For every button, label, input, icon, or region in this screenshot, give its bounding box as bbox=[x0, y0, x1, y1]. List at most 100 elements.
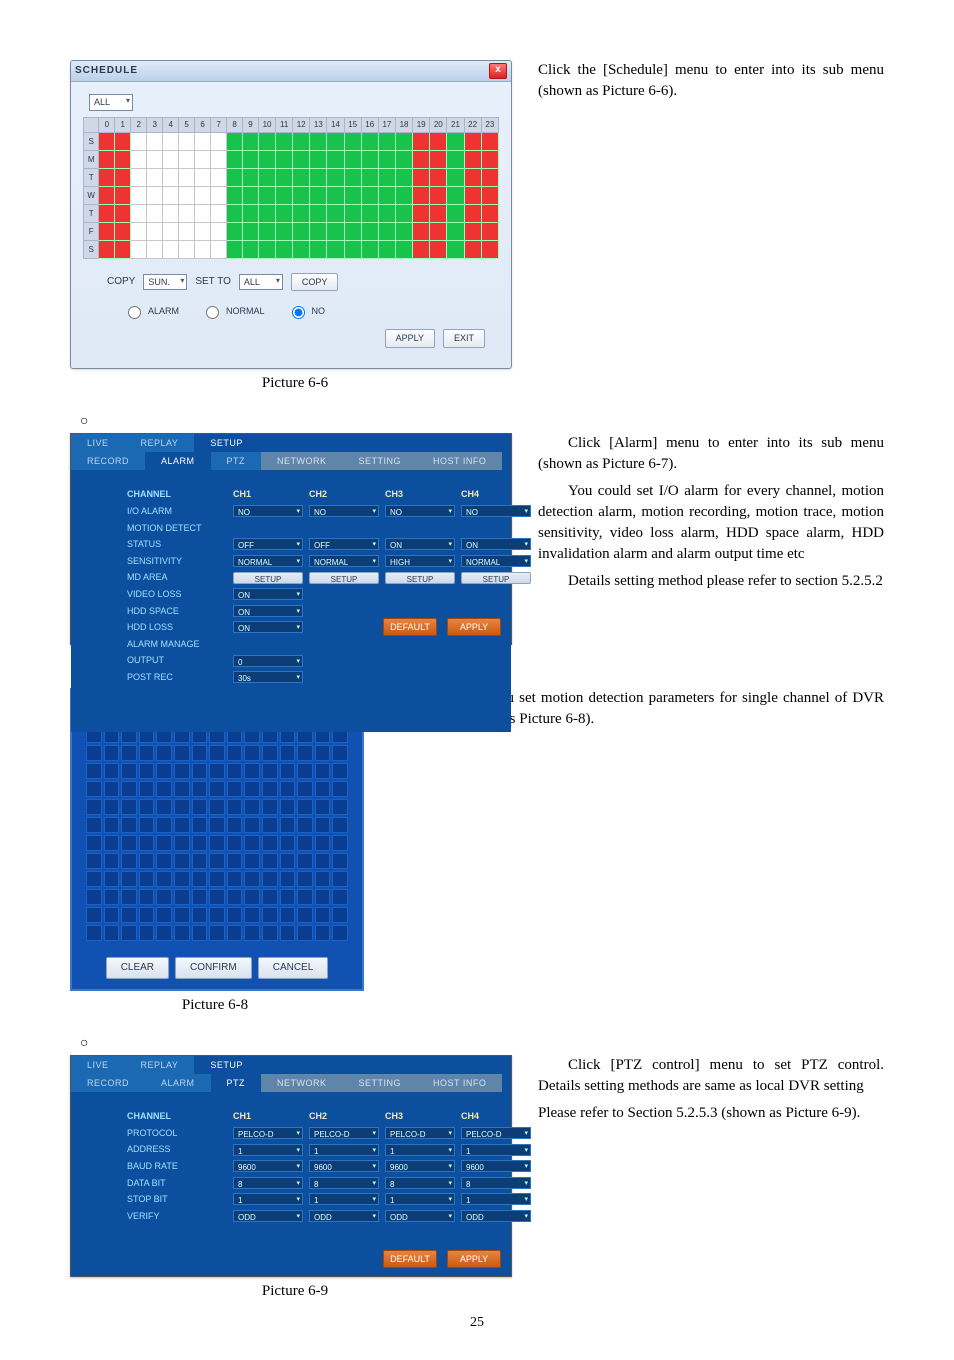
status-select-1[interactable]: OFF bbox=[233, 538, 303, 550]
confirm-button[interactable]: CONFIRM bbox=[175, 957, 252, 979]
baud-rate-select-1[interactable]: 9600 bbox=[233, 1160, 303, 1172]
video-loss-select-1[interactable]: ON bbox=[233, 588, 303, 600]
bullet-ptz: ○ PTZ control bbox=[80, 1034, 884, 1054]
tab-ptz[interactable]: PTZ bbox=[211, 452, 262, 470]
protocol-select-2[interactable]: PELCO-D bbox=[309, 1127, 379, 1139]
schedule-channel-select[interactable]: ALL bbox=[89, 94, 133, 111]
sensitivity-select-3[interactable]: HIGH bbox=[385, 555, 455, 567]
md-area-button-4[interactable]: SETUP bbox=[461, 572, 531, 584]
protocol-select-1[interactable]: PELCO-D bbox=[233, 1127, 303, 1139]
tab-replay[interactable]: REPLAY bbox=[125, 1056, 195, 1074]
tab-setup[interactable]: SETUP bbox=[194, 1056, 259, 1074]
tab-alarm[interactable]: ALARM bbox=[145, 1074, 211, 1092]
clear-button[interactable]: CLEAR bbox=[106, 957, 169, 979]
setto-select[interactable]: ALL bbox=[239, 274, 283, 291]
verify-select-3[interactable]: ODD bbox=[385, 1210, 455, 1222]
post-rec-select-1[interactable]: 30s bbox=[233, 671, 303, 683]
ptz-text-2: Please refer to Section 5.2.5.3 (shown a… bbox=[538, 1103, 884, 1124]
hdd-loss-select-1[interactable]: ON bbox=[233, 621, 303, 633]
page-number: 25 bbox=[0, 1313, 954, 1333]
status-select-3[interactable]: ON bbox=[385, 538, 455, 550]
stop-bit-select-2[interactable]: 1 bbox=[309, 1193, 379, 1205]
baud-rate-select-2[interactable]: 9600 bbox=[309, 1160, 379, 1172]
cancel-button[interactable]: CANCEL bbox=[258, 957, 329, 979]
hdd-space-select-1[interactable]: ON bbox=[233, 605, 303, 617]
copy-label: COPY bbox=[107, 275, 135, 289]
exit-button[interactable]: EXIT bbox=[443, 329, 485, 348]
sensitivity-select-4[interactable]: NORMAL bbox=[461, 555, 531, 567]
legend-no[interactable]: NO bbox=[287, 303, 326, 319]
stop-bit-select-1[interactable]: 1 bbox=[233, 1193, 303, 1205]
i/o-alarm-select-4[interactable]: NO bbox=[461, 505, 531, 517]
address-select-3[interactable]: 1 bbox=[385, 1144, 455, 1156]
default-button[interactable]: DEFAULT bbox=[383, 1250, 437, 1268]
tab-network[interactable]: NETWORK bbox=[261, 1074, 343, 1092]
md-area-button-3[interactable]: SETUP bbox=[385, 572, 455, 584]
i/o-alarm-select-1[interactable]: NO bbox=[233, 505, 303, 517]
baud-rate-select-3[interactable]: 9600 bbox=[385, 1160, 455, 1172]
tab-host-info[interactable]: HOST INFO bbox=[417, 1074, 502, 1092]
stop-bit-select-4[interactable]: 1 bbox=[461, 1193, 531, 1205]
verify-select-2[interactable]: ODD bbox=[309, 1210, 379, 1222]
copy-from-select[interactable]: SUN. bbox=[143, 274, 187, 291]
setto-label: SET TO bbox=[195, 275, 231, 289]
alarm-text-2: You could set I/O alarm for every channe… bbox=[538, 481, 884, 565]
default-button[interactable]: DEFAULT bbox=[383, 618, 437, 636]
data-bit-select-3[interactable]: 8 bbox=[385, 1177, 455, 1189]
tab-setup[interactable]: SETUP bbox=[194, 434, 259, 452]
tab-alarm[interactable]: ALARM bbox=[145, 452, 211, 470]
ptz-text-1: Click [PTZ control] menu to set PTZ cont… bbox=[538, 1055, 884, 1097]
status-select-4[interactable]: ON bbox=[461, 538, 531, 550]
tab-record[interactable]: RECORD bbox=[71, 452, 145, 470]
tab-host-info[interactable]: HOST INFO bbox=[417, 452, 502, 470]
data-bit-select-1[interactable]: 8 bbox=[233, 1177, 303, 1189]
tab-setting[interactable]: SETTING bbox=[343, 452, 418, 470]
verify-select-4[interactable]: ODD bbox=[461, 1210, 531, 1222]
motion-window: MOTION × CLEAR CONFIRM CANCEL bbox=[70, 688, 364, 990]
tab-setting[interactable]: SETTING bbox=[343, 1074, 418, 1092]
tab-record[interactable]: RECORD bbox=[71, 1074, 145, 1092]
bullet-alarm: ○ Alarm setup bbox=[80, 412, 884, 432]
protocol-select-4[interactable]: PELCO-D bbox=[461, 1127, 531, 1139]
address-select-4[interactable]: 1 bbox=[461, 1144, 531, 1156]
legend-alarm[interactable]: ALARM bbox=[123, 303, 179, 319]
address-select-2[interactable]: 1 bbox=[309, 1144, 379, 1156]
i/o-alarm-select-2[interactable]: NO bbox=[309, 505, 379, 517]
sensitivity-select-2[interactable]: NORMAL bbox=[309, 555, 379, 567]
schedule-grid[interactable]: 01234567891011121314151617181920212223 S… bbox=[83, 117, 499, 259]
tab-ptz[interactable]: PTZ bbox=[211, 1074, 262, 1092]
address-select-1[interactable]: 1 bbox=[233, 1144, 303, 1156]
ptz-panel: LIVEREPLAYSETUP RECORDALARMPTZNETWORKSET… bbox=[70, 1055, 512, 1277]
stop-bit-select-3[interactable]: 1 bbox=[385, 1193, 455, 1205]
apply-button[interactable]: APPLY bbox=[447, 1250, 501, 1268]
md-area-button-1[interactable]: SETUP bbox=[233, 572, 303, 584]
alarm-text-3: Details setting method please refer to s… bbox=[538, 571, 884, 592]
apply-button[interactable]: APPLY bbox=[447, 618, 501, 636]
legend-normal[interactable]: NORMAL bbox=[201, 303, 265, 319]
apply-button[interactable]: APPLY bbox=[385, 329, 435, 348]
schedule-titlebar: SCHEDULE x bbox=[71, 61, 511, 82]
verify-select-1[interactable]: ODD bbox=[233, 1210, 303, 1222]
motion-grid[interactable] bbox=[84, 725, 350, 943]
sched-text: Click the [Schedule] menu to enter into … bbox=[538, 60, 884, 102]
i/o-alarm-select-3[interactable]: NO bbox=[385, 505, 455, 517]
schedule-window: SCHEDULE x ALL 0123456789101112131415161… bbox=[70, 60, 512, 369]
schedule-title: SCHEDULE bbox=[75, 64, 138, 78]
tab-live[interactable]: LIVE bbox=[71, 1056, 125, 1074]
protocol-select-3[interactable]: PELCO-D bbox=[385, 1127, 455, 1139]
md-area-button-2[interactable]: SETUP bbox=[309, 572, 379, 584]
alarm-panel: LIVEREPLAYSETUP RECORDALARMPTZNETWORKSET… bbox=[70, 433, 512, 645]
data-bit-select-4[interactable]: 8 bbox=[461, 1177, 531, 1189]
data-bit-select-2[interactable]: 8 bbox=[309, 1177, 379, 1189]
alarm-text-1: Click [Alarm] menu to enter into its sub… bbox=[538, 433, 884, 475]
status-select-2[interactable]: OFF bbox=[309, 538, 379, 550]
close-icon[interactable]: x bbox=[489, 63, 507, 79]
baud-rate-select-4[interactable]: 9600 bbox=[461, 1160, 531, 1172]
output-select-1[interactable]: 0 bbox=[233, 655, 303, 667]
sensitivity-select-1[interactable]: NORMAL bbox=[233, 555, 303, 567]
tab-live[interactable]: LIVE bbox=[71, 434, 125, 452]
tab-replay[interactable]: REPLAY bbox=[125, 434, 195, 452]
copy-button[interactable]: COPY bbox=[291, 273, 339, 292]
caption-6-9: Picture 6-9 bbox=[70, 1281, 520, 1302]
tab-network[interactable]: NETWORK bbox=[261, 452, 343, 470]
